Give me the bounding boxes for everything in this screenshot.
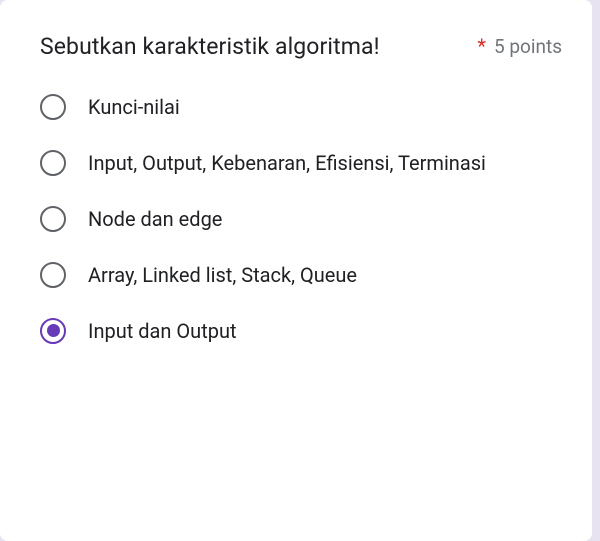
- question-text: Sebutkan karakteristik algoritma!: [40, 30, 477, 65]
- option-row[interactable]: Array, Linked list, Stack, Queue: [40, 261, 562, 289]
- option-label: Kunci-nilai: [88, 93, 180, 121]
- radio-icon: [40, 206, 66, 232]
- radio-icon: [40, 262, 66, 288]
- radio-icon: [40, 94, 66, 120]
- radio-icon: [40, 150, 66, 176]
- options-list: Kunci-nilai Input, Output, Kebenaran, Ef…: [40, 93, 562, 345]
- radio-icon: [40, 318, 66, 344]
- option-label: Input dan Output: [88, 317, 237, 345]
- option-row[interactable]: Input, Output, Kebenaran, Efisiensi, Ter…: [40, 149, 562, 177]
- option-row[interactable]: Node dan edge: [40, 205, 562, 233]
- option-label: Input, Output, Kebenaran, Efisiensi, Ter…: [88, 149, 486, 177]
- points-label: 5 points: [494, 35, 562, 58]
- option-label: Array, Linked list, Stack, Queue: [88, 261, 357, 289]
- option-row[interactable]: Input dan Output: [40, 317, 562, 345]
- option-row[interactable]: Kunci-nilai: [40, 93, 562, 121]
- question-card: Sebutkan karakteristik algoritma! * 5 po…: [0, 0, 592, 541]
- required-indicator: *: [477, 34, 486, 58]
- points-wrap: * 5 points: [477, 30, 562, 58]
- question-header: Sebutkan karakteristik algoritma! * 5 po…: [40, 30, 562, 65]
- option-label: Node dan edge: [88, 205, 222, 233]
